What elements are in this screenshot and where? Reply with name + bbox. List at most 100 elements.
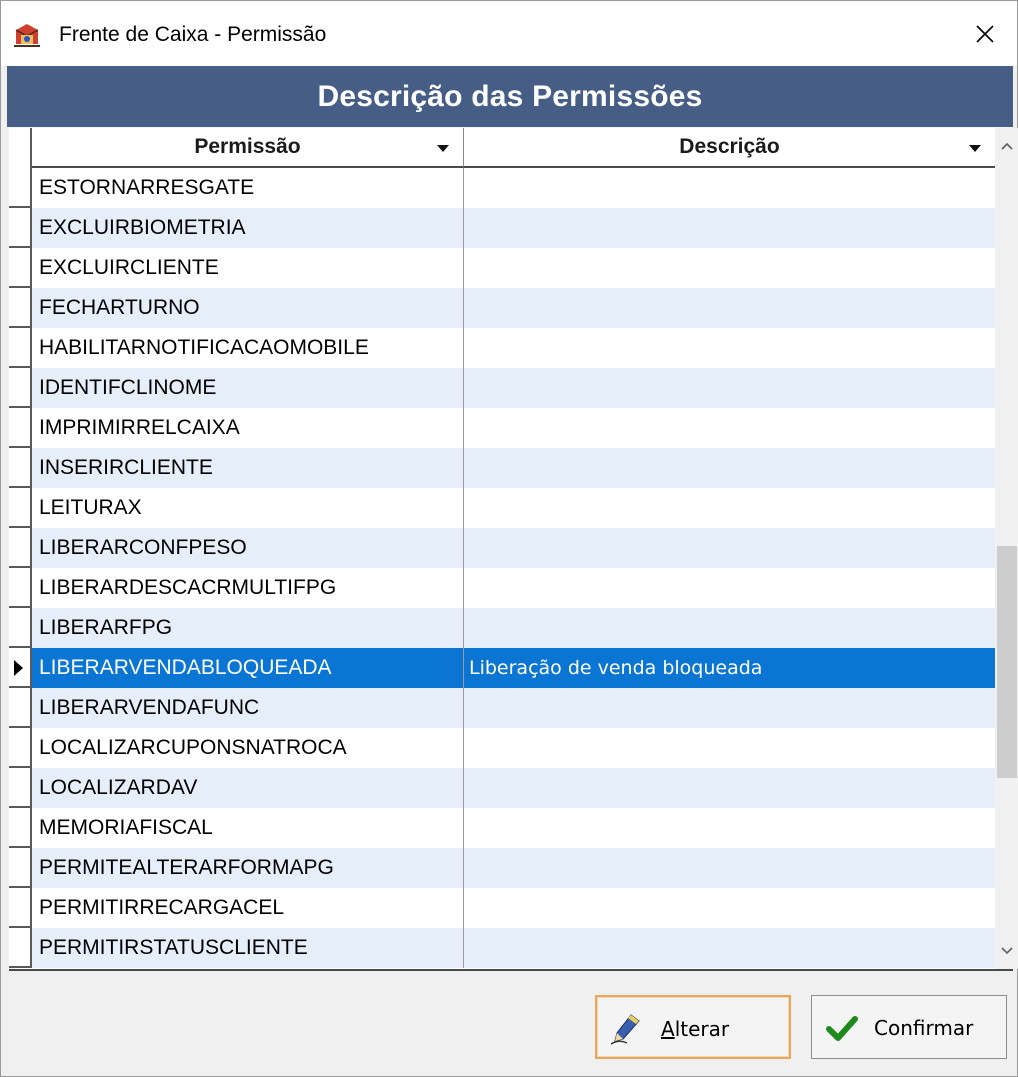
table-row[interactable]: EXCLUIRCLIENTE [9,248,995,288]
checkmark-icon [826,1016,858,1041]
scrollbar-thumb[interactable] [997,546,1017,778]
table-row[interactable]: PERMITIRSTATUSCLIENTE [9,928,995,968]
cell-permissao[interactable]: FECHARTURNO [32,288,464,328]
cell-permissao[interactable]: LIBERARCONFPESO [32,528,464,568]
table-row[interactable]: MEMORIAFISCAL [9,808,995,848]
row-indicator[interactable] [9,848,32,888]
cell-descricao[interactable] [464,448,995,488]
table-row[interactable]: LIBERARFPG [9,608,995,648]
table-row[interactable]: LIBERARVENDAFUNC [9,688,995,728]
cell-descricao[interactable] [464,328,995,368]
alterar-label: Alterar [661,1017,730,1041]
cell-descricao[interactable] [464,768,995,808]
cell-descricao[interactable] [464,488,995,528]
vertical-scrollbar[interactable] [995,128,1018,969]
row-indicator[interactable] [9,408,32,448]
cell-descricao[interactable] [464,608,995,648]
alterar-button[interactable]: Alterar [595,995,791,1059]
table-row[interactable]: PERMITIRRECARGACEL [9,888,995,928]
cell-descricao[interactable] [464,408,995,448]
row-indicator[interactable] [9,768,32,808]
cell-permissao[interactable]: PERMITIRSTATUSCLIENTE [32,928,464,968]
cell-descricao[interactable] [464,248,995,288]
row-indicator[interactable] [9,928,32,968]
row-indicator[interactable] [9,728,32,768]
column-header-permissao[interactable]: Permissão [32,128,464,168]
dropdown-arrow-icon[interactable] [437,145,449,152]
row-indicator[interactable] [9,248,32,288]
cell-permissao[interactable]: PERMITIRRECARGACEL [32,888,464,928]
cell-descricao[interactable] [464,688,995,728]
table-row[interactable]: ESTORNARRESGATE [9,168,995,208]
cell-permissao[interactable]: EXCLUIRBIOMETRIA [32,208,464,248]
chevron-down-icon [1001,947,1013,955]
row-indicator[interactable] [9,488,32,528]
row-indicator[interactable] [9,888,32,928]
cell-permissao[interactable]: LIBERARFPG [32,608,464,648]
cell-descricao[interactable] [464,288,995,328]
cell-descricao[interactable] [464,568,995,608]
column-header-descricao[interactable]: Descrição [464,128,995,168]
table-row[interactable]: PERMITEALTERARFORMAPG [9,848,995,888]
header-band: Descrição das Permissões [7,66,1013,127]
row-indicator[interactable] [9,528,32,568]
cell-permissao[interactable]: LIBERARVENDAFUNC [32,688,464,728]
cell-permissao[interactable]: HABILITARNOTIFICACAOMOBILE [32,328,464,368]
row-indicator[interactable] [9,648,32,688]
cell-descricao[interactable] [464,848,995,888]
table-row[interactable]: EXCLUIRBIOMETRIA [9,208,995,248]
close-button[interactable] [953,1,1017,66]
header-title: Descrição das Permissões [317,79,703,113]
cell-permissao[interactable]: IMPRIMIRRELCAIXA [32,408,464,448]
cell-descricao[interactable] [464,368,995,408]
row-indicator[interactable] [9,328,32,368]
cell-permissao[interactable]: LIBERARVENDABLOQUEADA [32,648,464,688]
cell-permissao[interactable]: MEMORIAFISCAL [32,808,464,848]
table-row[interactable]: IMPRIMIRRELCAIXA [9,408,995,448]
cell-permissao[interactable]: INSERIRCLIENTE [32,448,464,488]
table-row[interactable]: FECHARTURNO [9,288,995,328]
dropdown-arrow-icon[interactable] [969,145,981,152]
cell-permissao[interactable]: LOCALIZARCUPONSNATROCA [32,728,464,768]
cell-descricao[interactable] [464,728,995,768]
table-row[interactable]: INSERIRCLIENTE [9,448,995,488]
cell-descricao[interactable] [464,808,995,848]
row-indicator[interactable] [9,368,32,408]
cell-permissao[interactable]: LOCALIZARDAV [32,768,464,808]
row-indicator[interactable] [9,608,32,648]
table-row[interactable]: HABILITARNOTIFICACAOMOBILE [9,328,995,368]
confirmar-button[interactable]: Confirmar [811,995,1007,1059]
cell-permissao[interactable]: ESTORNARRESGATE [32,168,464,208]
row-indicator[interactable] [9,168,32,208]
current-row-arrow-icon [14,660,23,676]
permissions-grid[interactable]: Permissão Descrição ESTORNARRESGATE EXCLU… [9,128,995,969]
cell-permissao[interactable]: PERMITEALTERARFORMAPG [32,848,464,888]
table-row[interactable]: LIBERARCONFPESO [9,528,995,568]
scroll-down-button[interactable] [995,933,1018,969]
cell-permissao[interactable]: LIBERARDESCACRMULTIFPG [32,568,464,608]
cell-permissao[interactable]: LEITURAX [32,488,464,528]
row-indicator[interactable] [9,288,32,328]
scroll-up-button[interactable] [995,128,1018,164]
row-indicator[interactable] [9,568,32,608]
cell-descricao[interactable] [464,208,995,248]
cell-descricao[interactable] [464,528,995,568]
cell-descricao[interactable] [464,928,995,968]
table-row[interactable]: LOCALIZARCUPONSNATROCA [9,728,995,768]
row-indicator[interactable] [9,808,32,848]
cell-permissao[interactable]: EXCLUIRCLIENTE [32,248,464,288]
cell-descricao[interactable] [464,168,995,208]
cell-permissao[interactable]: IDENTIFCLINOME [32,368,464,408]
row-indicator-header [9,128,32,168]
row-indicator[interactable] [9,208,32,248]
table-row[interactable]: LIBERARDESCACRMULTIFPG [9,568,995,608]
cell-descricao[interactable]: Liberação de venda bloqueada [464,648,995,688]
cell-descricao[interactable] [464,888,995,928]
row-indicator[interactable] [9,448,32,488]
table-row[interactable]: LEITURAX [9,488,995,528]
table-row[interactable]: IDENTIFCLINOME [9,368,995,408]
row-indicator[interactable] [9,688,32,728]
table-row-selected[interactable]: LIBERARVENDABLOQUEADA Liberação de venda … [9,648,995,688]
table-row[interactable]: LOCALIZARDAV [9,768,995,808]
title-bar: Frente de Caixa - Permissão [1,1,1017,66]
